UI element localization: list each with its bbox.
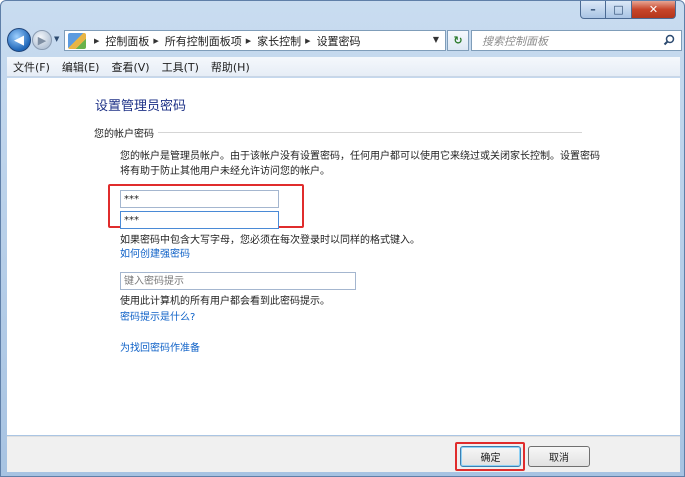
breadcrumb-separator-icon[interactable]: ▶ — [246, 37, 251, 45]
refresh-button[interactable]: ↻ — [447, 30, 469, 51]
menu-edit[interactable]: 编辑(E) — [62, 59, 100, 75]
breadcrumb-separator-icon[interactable]: ▶ — [94, 37, 99, 45]
breadcrumb-separator-icon[interactable]: ▶ — [305, 37, 310, 45]
menu-tools[interactable]: 工具(T) — [162, 59, 199, 75]
menu-file[interactable]: 文件(F) — [13, 59, 50, 75]
button-bar: 确定 取消 — [7, 436, 680, 472]
search-box[interactable]: 搜索控制面板 — [471, 30, 682, 51]
navigation-bar: ◀ ▶ ▼ ▶ 控制面板 ▶ 所有控制面板项 ▶ 家长控制 ▶ 设置密码 ▼ ↻… — [7, 28, 682, 54]
close-button[interactable]: ✕ — [632, 1, 676, 19]
address-bar[interactable]: ▶ 控制面板 ▶ 所有控制面板项 ▶ 家长控制 ▶ 设置密码 ▼ — [64, 30, 446, 51]
content-pane: 设置管理员密码 您的帐户密码 您的帐户是管理员帐户。由于该帐户没有设置密码，任何… — [7, 78, 680, 435]
menu-bar: 文件(F) 编辑(E) 查看(V) 工具(T) 帮助(H) — [7, 57, 680, 77]
menu-help[interactable]: 帮助(H) — [211, 59, 250, 75]
address-dropdown-icon[interactable]: ▼ — [433, 35, 439, 44]
what-is-hint-link[interactable]: 密码提示是什么? — [120, 308, 195, 323]
search-input[interactable]: 搜索控制面板 — [482, 33, 548, 49]
search-icon[interactable] — [663, 34, 675, 46]
breadcrumb-all-items[interactable]: 所有控制面板项 — [165, 33, 242, 49]
minimize-button[interactable]: – — [580, 1, 606, 19]
forward-button[interactable]: ▶ — [32, 30, 52, 50]
page-title: 设置管理员密码 — [95, 99, 187, 114]
cancel-button[interactable]: 取消 — [528, 446, 590, 467]
password-hint-field[interactable] — [120, 272, 356, 290]
window-frame: – □ ✕ ◀ ▶ ▼ ▶ 控制面板 ▶ 所有控制面板项 ▶ 家长控制 ▶ 设置… — [0, 0, 685, 477]
ok-button[interactable]: 确定 — [460, 446, 521, 467]
back-button[interactable]: ◀ — [7, 28, 31, 52]
strong-password-link[interactable]: 如何创建强密码 — [120, 245, 190, 260]
description-text: 您的帐户是管理员帐户。由于该帐户没有设置密码，任何用户都可以使用它来绕过或关闭家… — [120, 151, 600, 177]
maximize-button[interactable]: □ — [606, 1, 632, 19]
recent-pages-dropdown-icon[interactable]: ▼ — [54, 35, 59, 43]
new-password-field[interactable] — [120, 190, 279, 208]
control-panel-icon — [68, 32, 86, 49]
hint-note: 使用此计算机的所有用户都会看到此密码提示。 — [120, 296, 330, 307]
breadcrumb-set-password[interactable]: 设置密码 — [317, 33, 361, 49]
section-label: 您的帐户密码 — [94, 125, 158, 140]
menu-view[interactable]: 查看(V) — [111, 59, 149, 75]
caps-note: 如果密码中包含大写字母，您必须在每次登录时以同样的格式键入。 — [120, 235, 420, 246]
confirm-password-field[interactable] — [120, 211, 279, 229]
caption-buttons: – □ ✕ — [580, 1, 676, 19]
breadcrumb-parental-controls[interactable]: 家长控制 — [257, 33, 301, 49]
password-reset-link[interactable]: 为找回密码作准备 — [120, 339, 200, 354]
breadcrumb: ▶ 控制面板 ▶ 所有控制面板项 ▶ 家长控制 ▶ 设置密码 — [90, 33, 361, 49]
breadcrumb-separator-icon[interactable]: ▶ — [153, 37, 158, 45]
title-bar: – □ ✕ — [1, 1, 684, 27]
section-divider — [157, 132, 582, 133]
breadcrumb-control-panel[interactable]: 控制面板 — [105, 33, 149, 49]
